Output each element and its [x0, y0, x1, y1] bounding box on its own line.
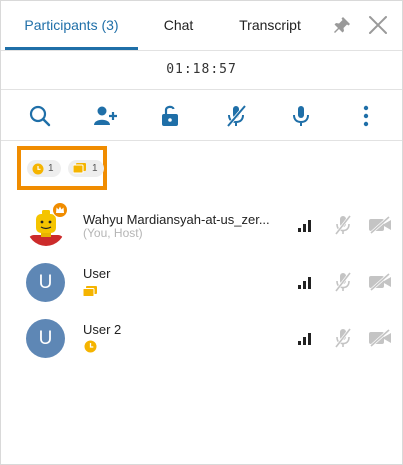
add-user-icon[interactable]	[92, 103, 118, 129]
signal-strength-icon	[297, 217, 315, 233]
clock-filter-count: 1	[48, 163, 54, 174]
camera-off-icon[interactable]	[368, 328, 392, 348]
card-filter-chip[interactable]: 1	[68, 160, 104, 177]
signal-strength-icon	[297, 274, 315, 290]
meeting-timer: 01:18:57	[1, 51, 402, 90]
avatar: U	[26, 263, 65, 302]
mic-off-icon[interactable]	[334, 272, 352, 292]
card-icon	[82, 284, 97, 297]
card-filter-count: 1	[92, 163, 98, 174]
tab-participants[interactable]: Participants (3)	[5, 1, 138, 49]
mic-off-icon[interactable]	[334, 215, 352, 235]
clock-filter-chip[interactable]: 1	[27, 160, 61, 177]
close-icon[interactable]	[367, 14, 389, 36]
unlock-icon[interactable]	[158, 103, 184, 129]
tab-bar: Participants (3) Chat Transcript	[1, 1, 402, 51]
clock-icon	[84, 340, 97, 353]
participant-row[interactable]: U User	[1, 253, 402, 309]
card-icon	[73, 163, 86, 174]
search-icon[interactable]	[27, 103, 53, 129]
mic-icon[interactable]	[288, 103, 314, 129]
participant-row[interactable]: Wahyu Mardiansyah-at-us_zer... (You, Hos…	[1, 196, 402, 252]
participant-toolbar	[1, 90, 402, 141]
participant-name: User 2	[83, 322, 122, 337]
signal-strength-icon	[297, 330, 315, 346]
tab-transcript[interactable]: Transcript	[229, 1, 311, 49]
camera-off-icon[interactable]	[368, 272, 392, 292]
participant-row[interactable]: U User 2	[1, 309, 402, 365]
camera-off-icon[interactable]	[368, 215, 392, 235]
status-filter-highlight: 1 1	[17, 146, 107, 190]
clock-icon	[32, 163, 44, 175]
host-crown-icon	[52, 202, 68, 218]
active-tab-indicator	[5, 47, 138, 50]
participant-role: (You, Host)	[83, 226, 143, 240]
mute-all-icon[interactable]	[223, 103, 249, 129]
mic-off-icon[interactable]	[334, 328, 352, 348]
tab-chat[interactable]: Chat	[151, 1, 206, 49]
more-vertical-icon[interactable]	[353, 103, 379, 129]
pin-icon[interactable]	[332, 15, 352, 35]
participants-panel: Participants (3) Chat Transcript 01:18:5…	[0, 0, 403, 465]
participant-name: User	[83, 266, 111, 281]
participant-name: Wahyu Mardiansyah-at-us_zer...	[83, 212, 270, 227]
avatar: U	[26, 319, 65, 358]
